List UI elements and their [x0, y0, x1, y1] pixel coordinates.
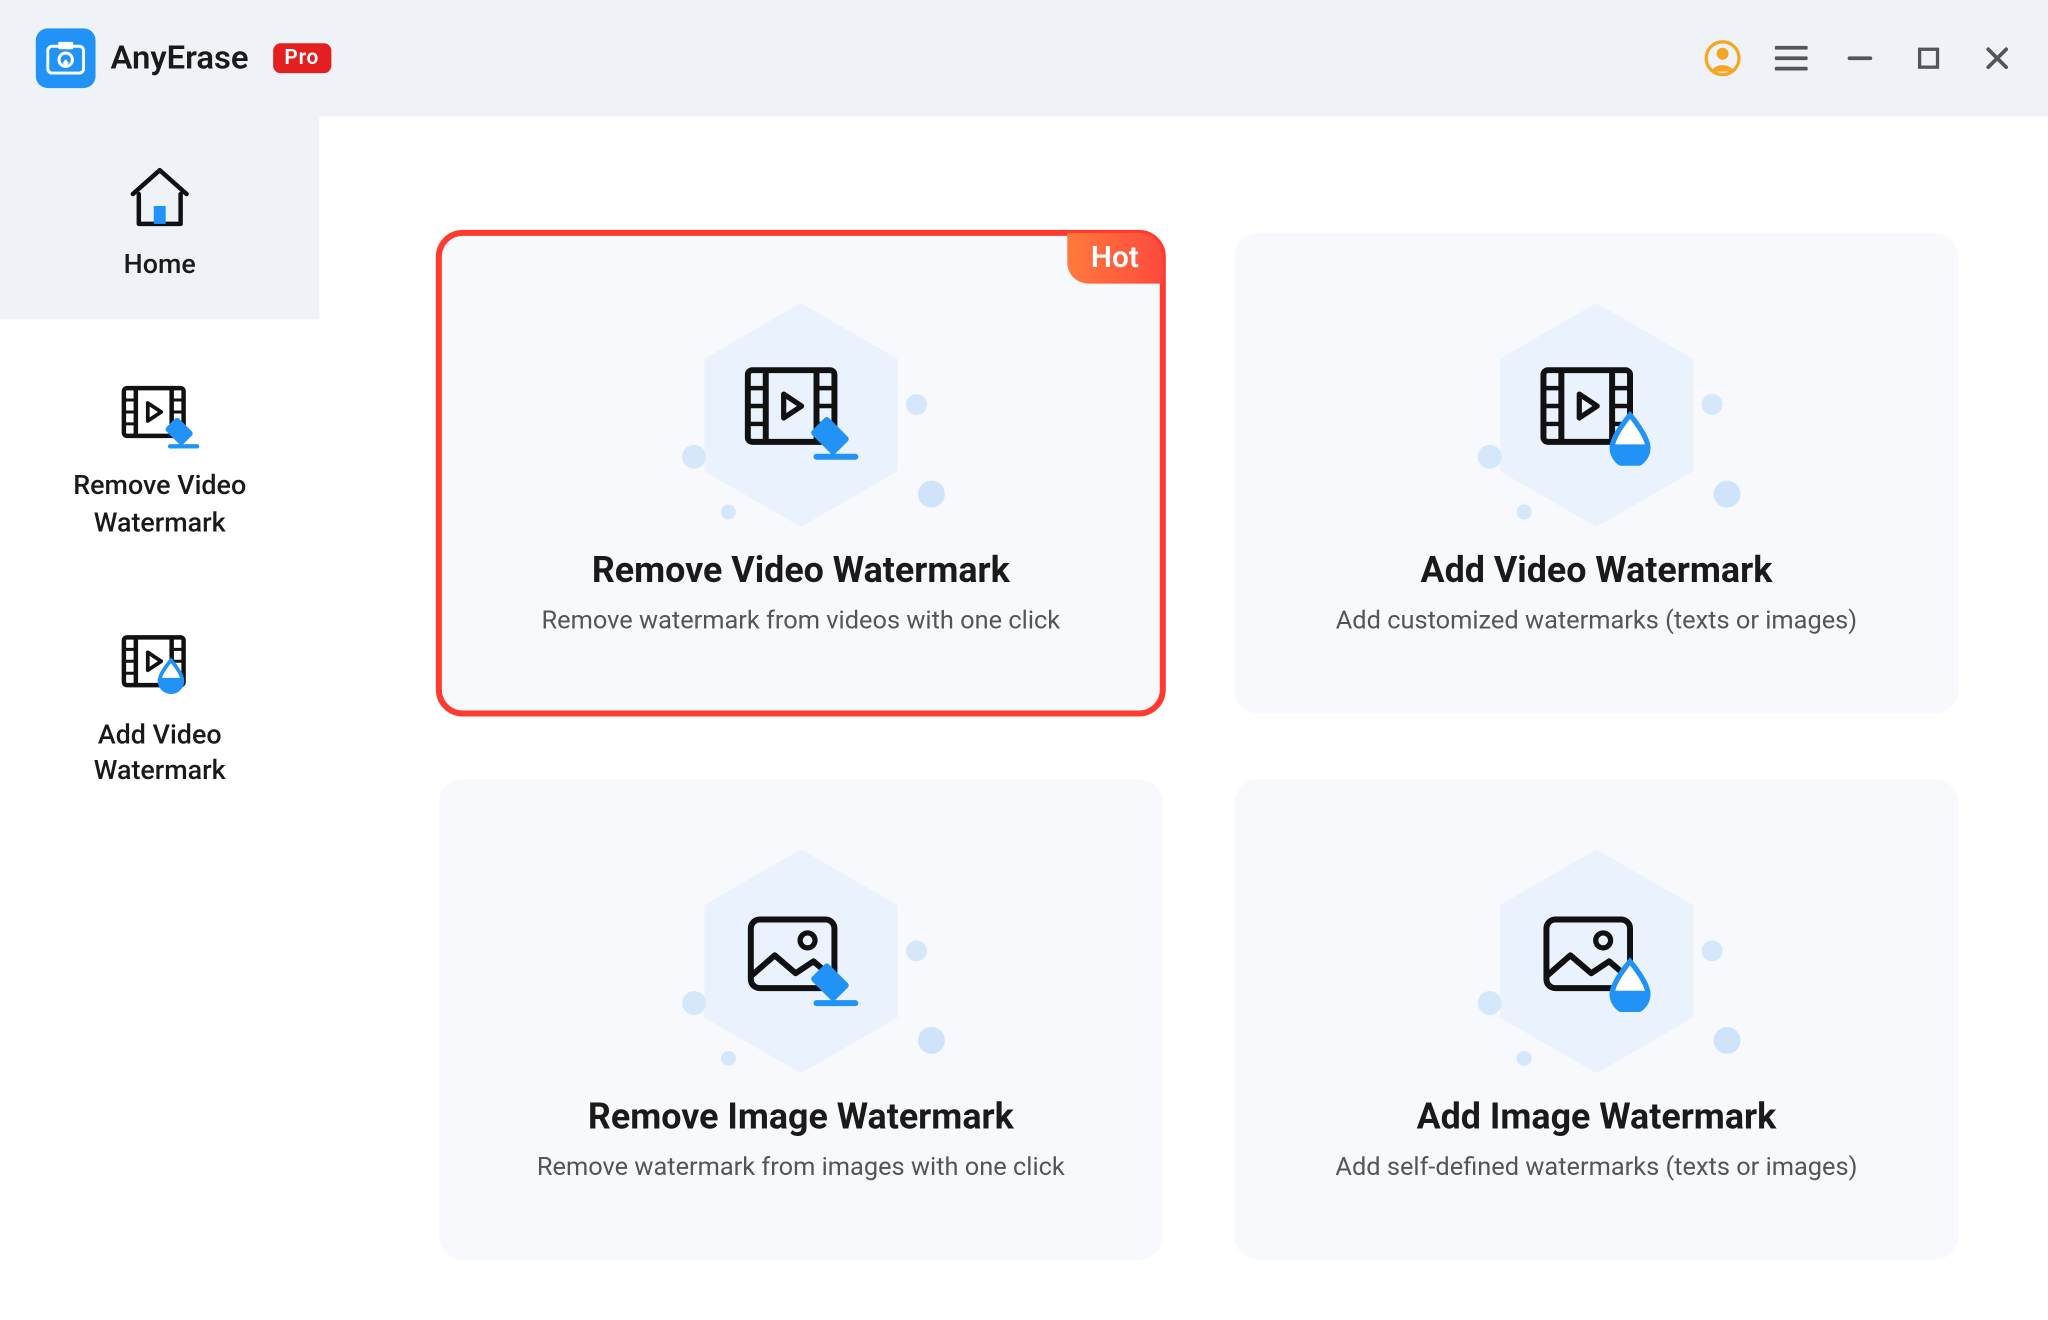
- card-subtitle: Add self-defined watermarks (texts or im…: [1335, 1152, 1857, 1182]
- app-logo-icon: [36, 28, 96, 88]
- card-subtitle: Remove watermark from images with one cl…: [537, 1152, 1065, 1182]
- card-icon: [1462, 857, 1731, 1066]
- card-remove-image-watermark[interactable]: Remove Image Watermark Remove watermark …: [439, 779, 1163, 1260]
- card-title: Add Video Watermark: [1421, 549, 1773, 591]
- video-erase-icon: [741, 364, 860, 466]
- card-subtitle: Remove watermark from videos with one cl…: [542, 606, 1061, 636]
- main-content: Hot: [319, 116, 2048, 1319]
- titlebar: AnyErase Pro: [0, 0, 2048, 116]
- card-remove-video-watermark[interactable]: Hot: [439, 233, 1163, 714]
- window-controls: [1702, 37, 2018, 79]
- image-erase-icon: [741, 911, 860, 1013]
- sidebar-item-label: Home: [124, 248, 196, 284]
- card-title: Add Image Watermark: [1417, 1096, 1777, 1138]
- video-erase-icon: [119, 380, 200, 458]
- video-drop-icon: [119, 628, 200, 706]
- image-drop-icon: [1537, 911, 1656, 1013]
- card-title: Remove Video Watermark: [592, 549, 1010, 591]
- menu-icon[interactable]: [1770, 37, 1812, 79]
- sidebar: Home: [0, 116, 319, 1319]
- sidebar-item-label: Add Video Watermark: [94, 718, 226, 791]
- maximize-icon[interactable]: [1908, 37, 1950, 79]
- hot-badge: Hot: [1067, 233, 1163, 284]
- card-add-video-watermark[interactable]: Add Video Watermark Add customized water…: [1234, 233, 1958, 714]
- minimize-icon[interactable]: [1839, 37, 1881, 79]
- close-icon[interactable]: [1976, 37, 2018, 79]
- card-title: Remove Image Watermark: [588, 1096, 1014, 1138]
- account-icon[interactable]: [1702, 37, 1744, 79]
- video-drop-icon: [1537, 364, 1656, 466]
- home-icon: [124, 158, 196, 236]
- card-subtitle: Add customized watermarks (texts or imag…: [1336, 606, 1857, 636]
- sidebar-item-home[interactable]: Home: [0, 116, 319, 319]
- card-icon: [666, 310, 935, 519]
- card-icon: [1462, 310, 1731, 519]
- app-title: AnyErase: [110, 40, 248, 77]
- card-add-image-watermark[interactable]: Add Image Watermark Add self-defined wat…: [1234, 779, 1958, 1260]
- sidebar-item-remove-video-watermark[interactable]: Remove Video Watermark: [0, 320, 319, 578]
- card-icon: [666, 857, 935, 1066]
- sidebar-item-label: Remove Video Watermark: [73, 469, 246, 542]
- sidebar-item-add-video-watermark[interactable]: Add Video Watermark: [0, 578, 319, 827]
- pro-badge: Pro: [272, 43, 331, 73]
- app-logo-group: AnyErase Pro: [36, 28, 331, 88]
